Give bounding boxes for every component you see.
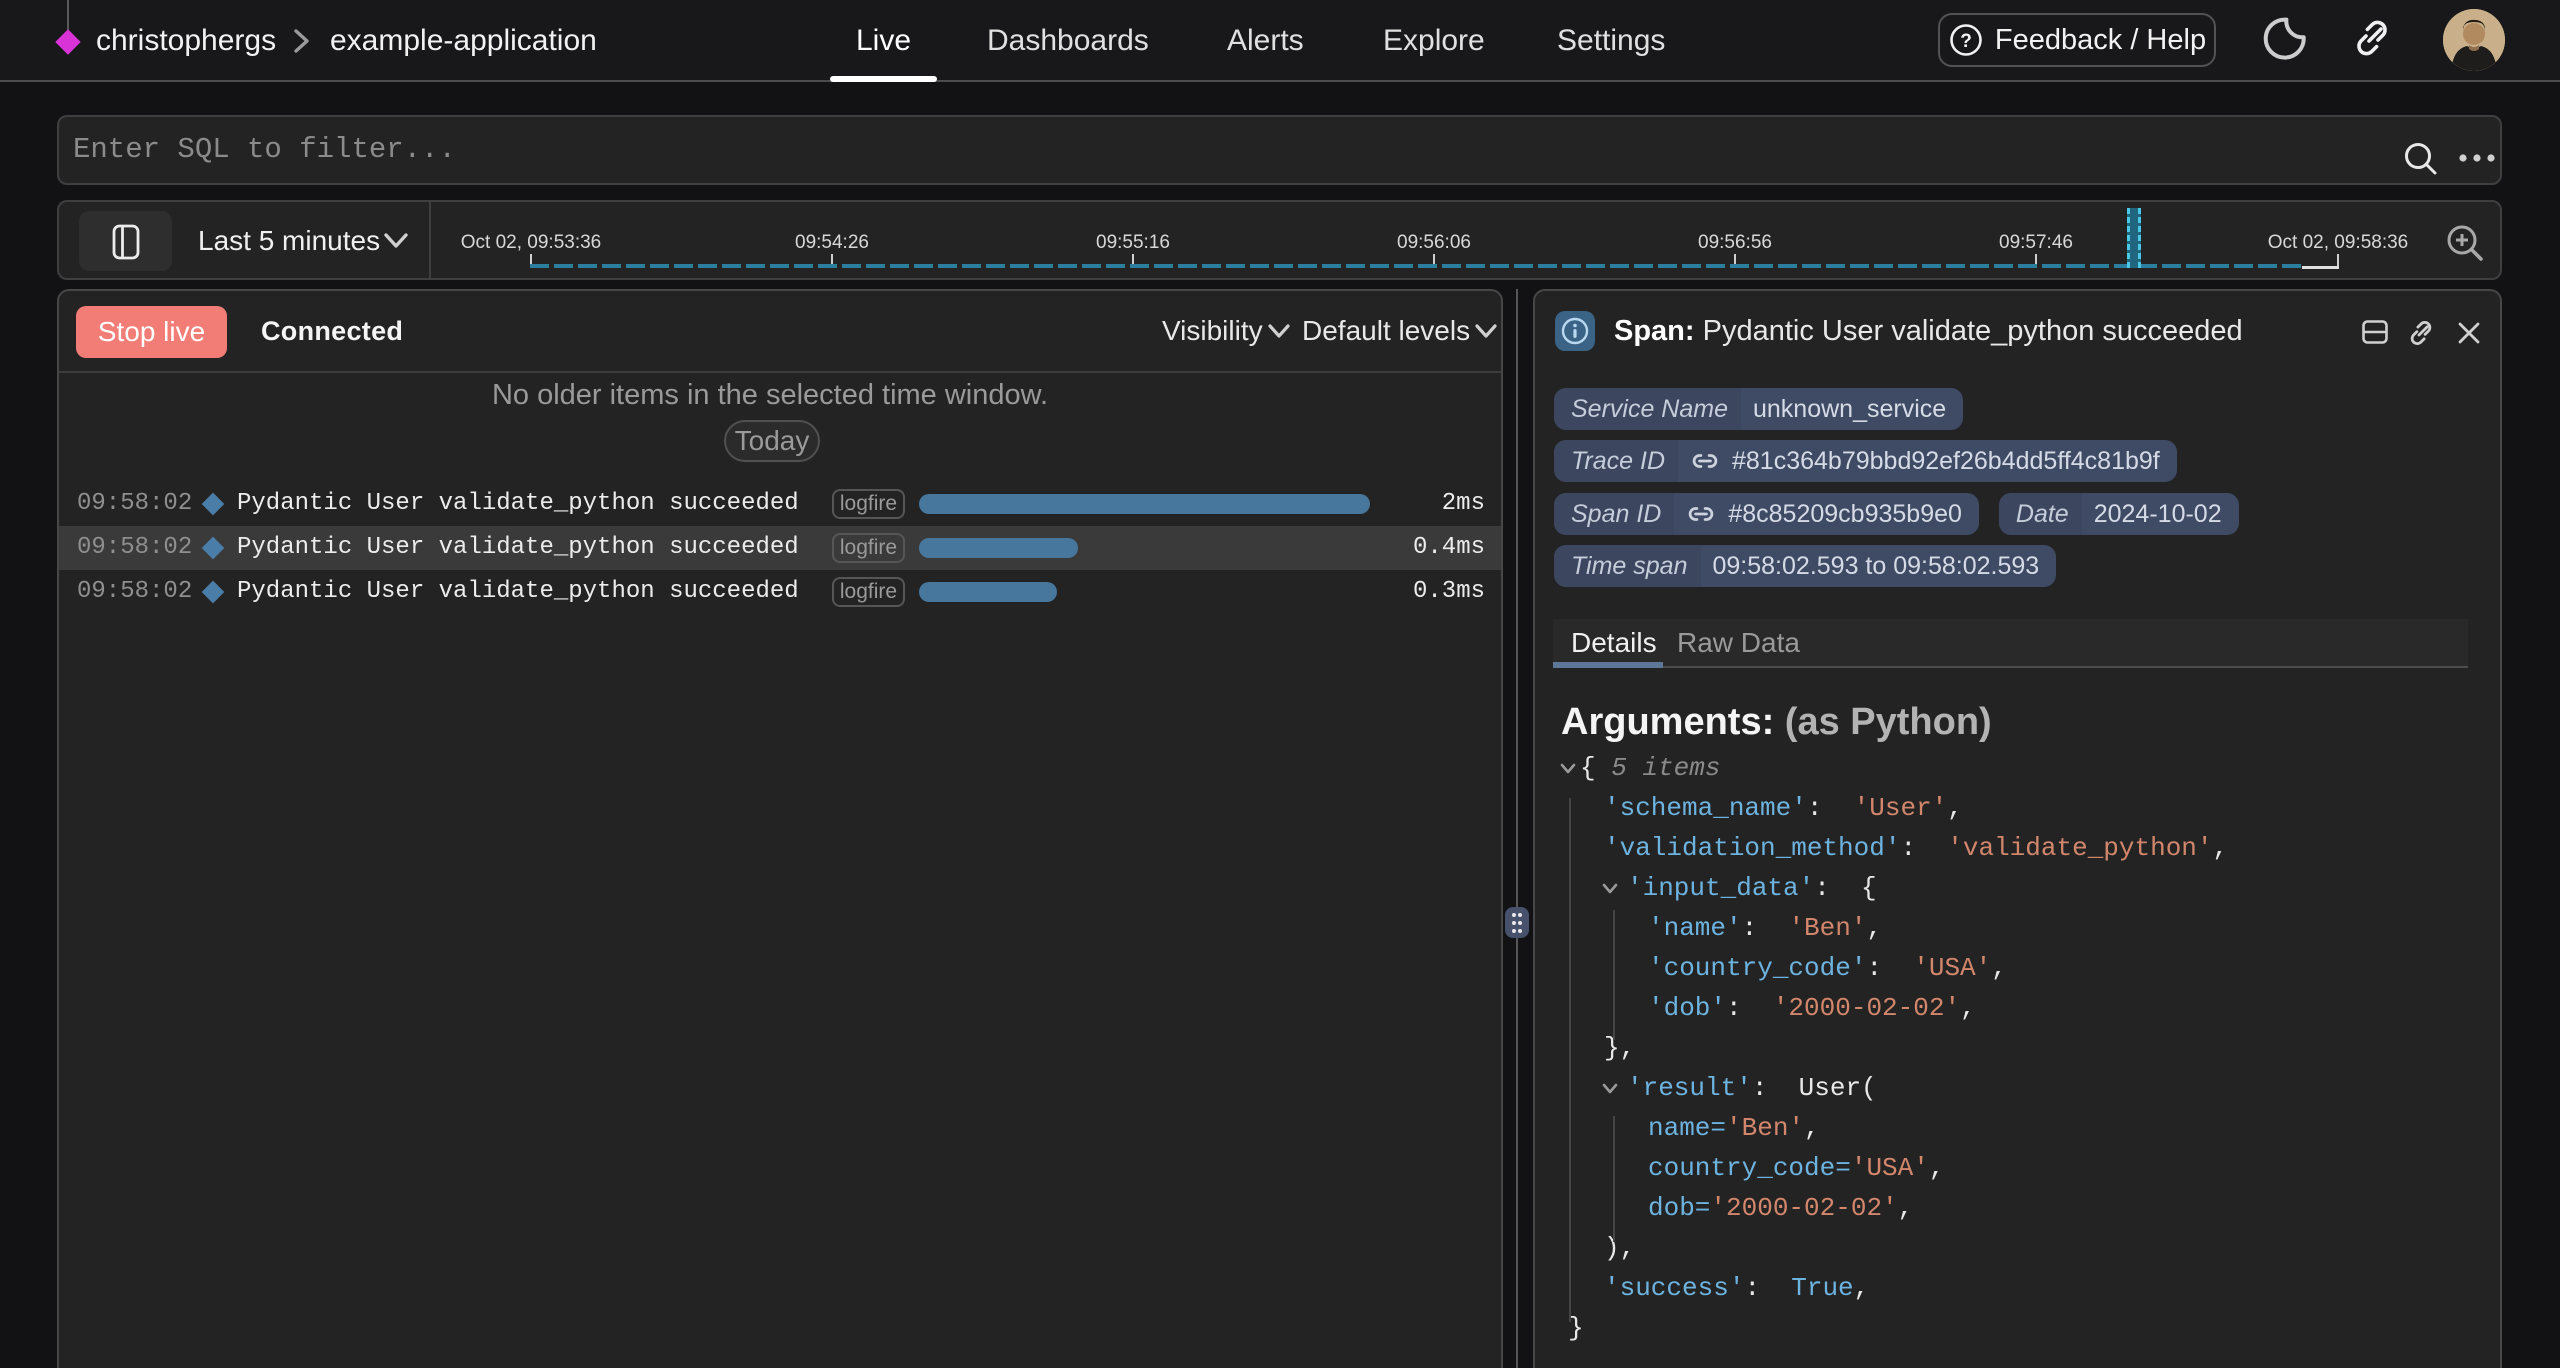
svg-text:?: ? [1960,31,1972,52]
